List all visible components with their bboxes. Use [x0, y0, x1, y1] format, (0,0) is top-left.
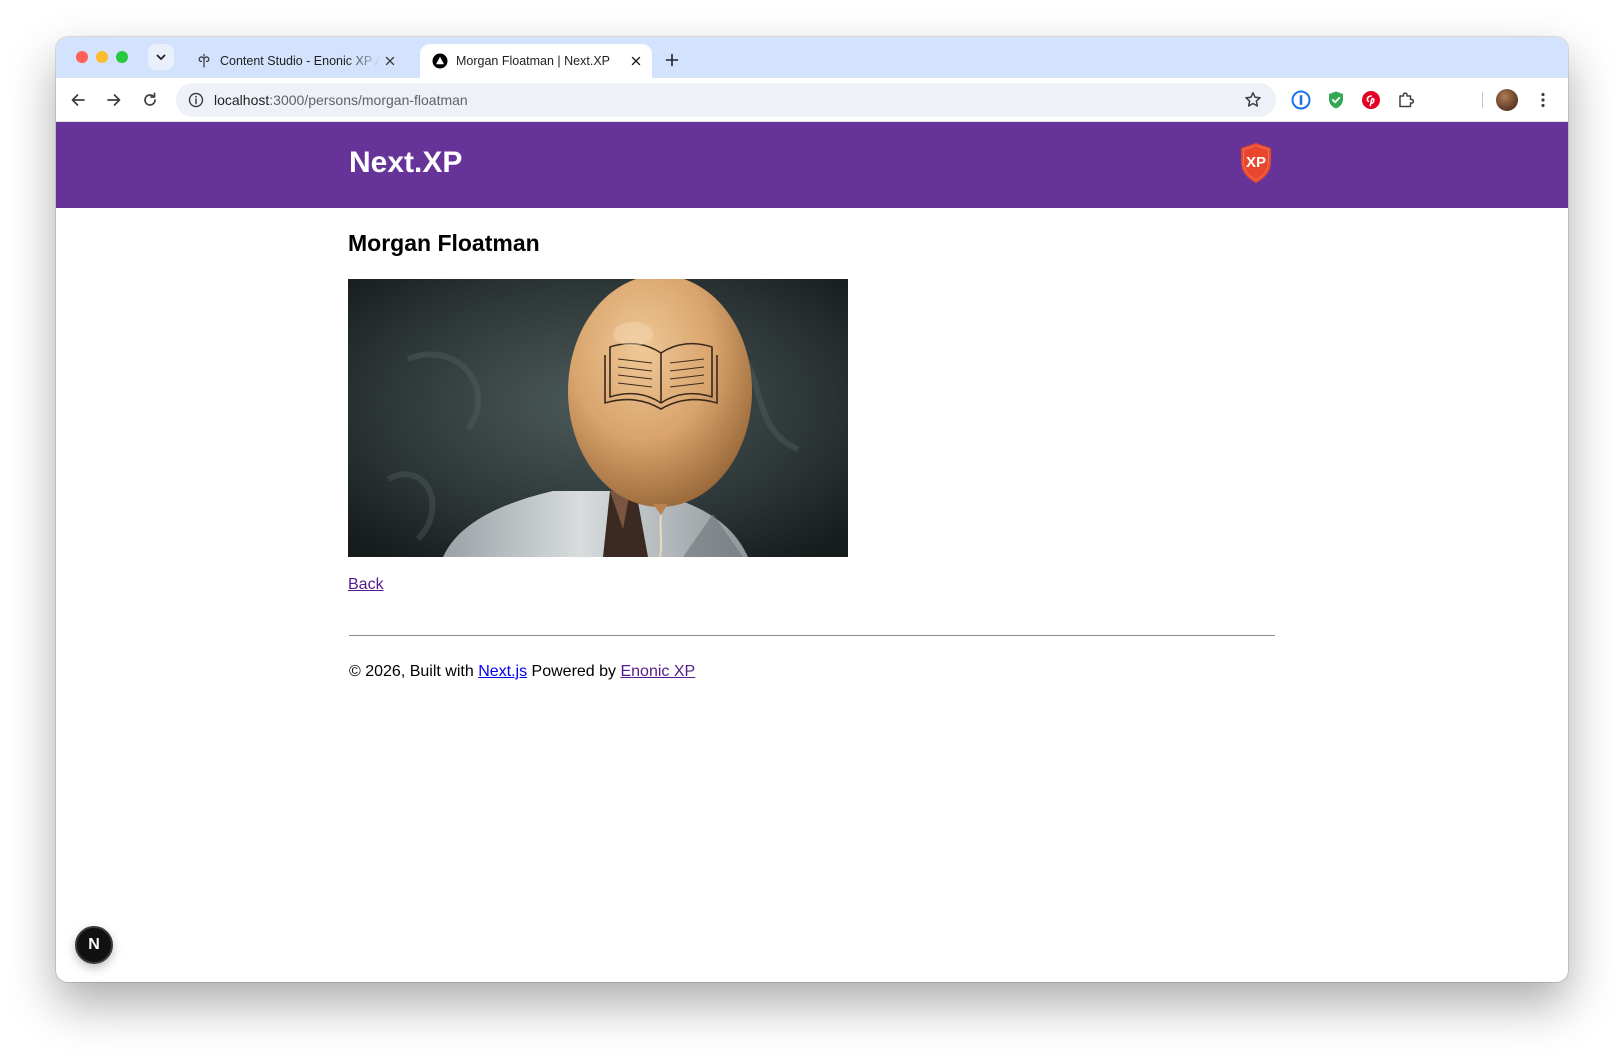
window-close-button[interactable]: [76, 51, 88, 63]
new-tab-button[interactable]: [660, 48, 684, 72]
tab-title: Content Studio - Enonic XP Admin: [220, 54, 380, 68]
window-maximize-button[interactable]: [116, 51, 128, 63]
arrow-left-icon: [71, 94, 85, 106]
puzzle-extensions-icon[interactable]: [1395, 89, 1417, 111]
address-bar[interactable]: localhost:3000/persons/morgan-floatman: [176, 83, 1276, 117]
toolbar-divider: [1482, 92, 1483, 108]
tab-content-studio[interactable]: Content Studio - Enonic XP Admin: [184, 44, 406, 78]
close-icon[interactable]: [380, 51, 400, 71]
pinterest-icon[interactable]: [1360, 89, 1382, 111]
back-link[interactable]: Back: [348, 576, 384, 594]
shield-check-icon[interactable]: [1325, 89, 1347, 111]
more-vertical-icon[interactable]: [1532, 89, 1554, 111]
profile-avatar[interactable]: [1496, 89, 1518, 111]
arrow-right-icon: [107, 94, 121, 106]
footer-divider: [349, 635, 1275, 636]
tab-search-button[interactable]: [148, 44, 174, 70]
window-minimize-button[interactable]: [96, 51, 108, 63]
site-title[interactable]: Next.XP: [349, 146, 462, 180]
logo-text: XP: [1246, 154, 1266, 171]
site-header: Next.XP XP: [56, 122, 1568, 208]
enonic-xp-logo[interactable]: XP: [1239, 142, 1273, 184]
page-title: Morgan Floatman: [348, 230, 540, 256]
site-footer: © 2026, Built with Next.js Powered by En…: [349, 663, 695, 681]
back-button[interactable]: [64, 86, 92, 114]
tab-title: Morgan Floatman | Next.XP: [456, 54, 611, 68]
url-path: :3000/persons/morgan-floatman: [269, 92, 468, 108]
chevron-down-icon: [156, 54, 166, 60]
person-photo: [348, 279, 848, 557]
nextjs-link[interactable]: Next.js: [478, 663, 527, 680]
browser-toolbar: localhost:3000/persons/morgan-floatman: [56, 78, 1568, 122]
dev-indicator-label: N: [88, 936, 100, 953]
url-host: localhost: [214, 92, 270, 108]
page-viewport: Next.XP XP Morgan Floatman Back © 2026, …: [56, 122, 1568, 982]
site-info-icon[interactable]: [186, 90, 206, 110]
forward-button[interactable]: [100, 86, 128, 114]
nextjs-dev-indicator[interactable]: N: [75, 926, 113, 964]
enonic-tree-icon: [196, 53, 212, 69]
bookmark-star-icon[interactable]: [1242, 89, 1264, 111]
browser-window: Content Studio - Enonic XP Admin Morgan …: [56, 37, 1568, 982]
enonic-xp-link[interactable]: Enonic XP: [620, 663, 695, 680]
url-text[interactable]: localhost:3000/persons/morgan-floatman: [214, 92, 1242, 108]
tab-morgan-floatman[interactable]: Morgan Floatman | Next.XP: [420, 44, 652, 78]
reload-icon: [144, 92, 156, 106]
tab-strip: Content Studio - Enonic XP Admin Morgan …: [56, 37, 1568, 78]
footer-powered-by: Powered by: [527, 663, 621, 680]
footer-copyright: © 2026, Built with: [349, 663, 479, 680]
plus-icon: [665, 53, 679, 67]
close-icon[interactable]: [626, 51, 646, 71]
nextjs-triangle-icon: [432, 53, 448, 69]
reload-button[interactable]: [136, 86, 164, 114]
onepassword-icon[interactable]: [1290, 89, 1312, 111]
